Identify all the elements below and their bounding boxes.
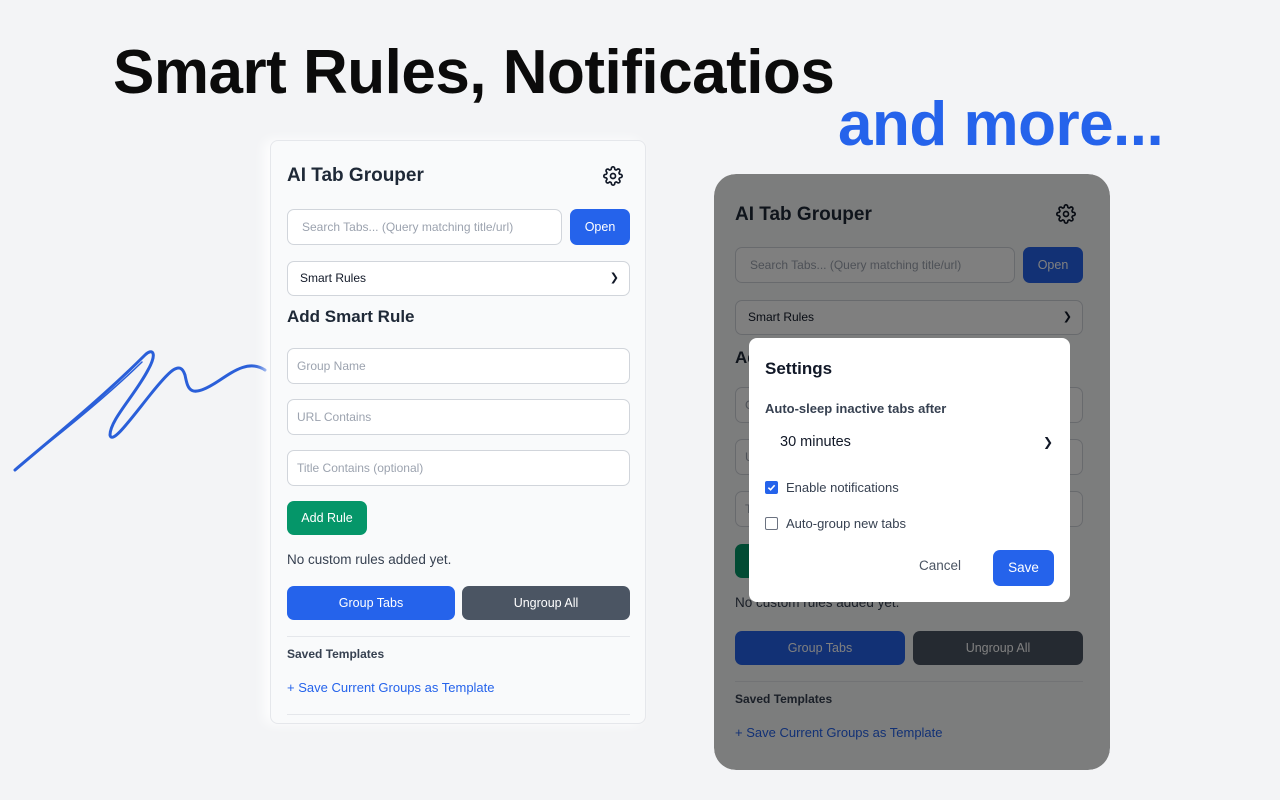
divider [287,636,630,637]
subheadline: and more... [838,90,1164,159]
title-contains-input[interactable]: Title Contains (optional) [287,450,630,486]
auto-group-checkbox[interactable] [765,517,778,530]
enable-notifications-checkbox[interactable] [765,481,778,494]
group-tabs-button[interactable]: Group Tabs [287,586,455,620]
divider [287,714,630,715]
auto-sleep-label: Auto-sleep inactive tabs after [765,401,947,416]
scribble-decoration [13,350,267,472]
open-button[interactable]: Open [570,209,630,245]
auto-sleep-value: 30 minutes [780,434,851,450]
auto-group-row[interactable]: Auto-group new tabs [765,516,906,531]
chevron-down-icon: ❯ [609,272,619,284]
auto-group-label: Auto-group new tabs [786,516,906,531]
group-name-input[interactable]: Group Name [287,348,630,384]
headline: Smart Rules, Notificatios [113,38,835,107]
saved-templates-label: Saved Templates [287,647,385,661]
settings-title: Settings [765,359,833,378]
chevron-down-icon: ❯ [1042,435,1053,449]
save-template-link[interactable]: + Save Current Groups as Template [287,680,495,695]
add-rule-heading: Add Smart Rule [287,307,415,326]
popup-panel: AI Tab Grouper Search Tabs... (Query mat… [270,140,646,724]
add-rule-button[interactable]: Add Rule [287,501,367,535]
save-button[interactable]: Save [993,550,1054,586]
gear-icon[interactable] [603,166,623,186]
enable-notifications-row[interactable]: Enable notifications [765,480,899,495]
cancel-button[interactable]: Cancel [919,558,961,573]
url-contains-input[interactable]: URL Contains [287,399,630,435]
enable-notifications-label: Enable notifications [786,480,899,495]
mode-select-value: Smart Rules [300,271,367,285]
app-title: AI Tab Grouper [287,165,424,186]
ungroup-all-button[interactable]: Ungroup All [462,586,630,620]
settings-modal: Settings Auto-sleep inactive tabs after … [749,338,1070,602]
auto-sleep-select[interactable]: 30 minutes ❯ [765,427,1055,457]
empty-rules-text: No custom rules added yet. [287,552,452,567]
mode-select[interactable]: Smart Rules ❯ [287,261,630,296]
search-input[interactable]: Search Tabs... (Query matching title/url… [287,209,562,245]
check-icon [767,484,776,491]
